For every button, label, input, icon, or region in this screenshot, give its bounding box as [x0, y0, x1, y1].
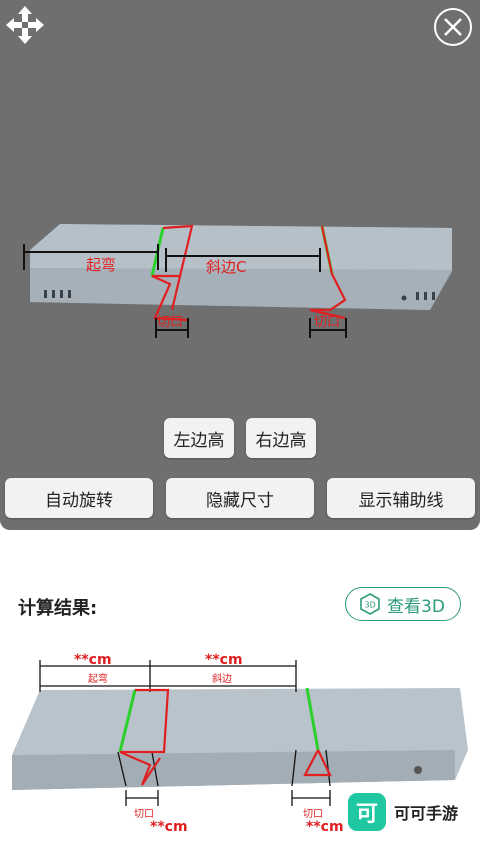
- move-icon[interactable]: [4, 4, 46, 46]
- result-title: 计算结果:: [18, 598, 98, 619]
- dim-top-left-value: **cm: [74, 652, 112, 668]
- right-height-button[interactable]: 右边高: [246, 418, 316, 458]
- hide-dimensions-button[interactable]: 隐藏尺寸: [166, 478, 314, 518]
- dim-top-right-value: **cm: [205, 652, 243, 668]
- svg-text:3D: 3D: [365, 601, 376, 610]
- auto-rotate-button[interactable]: 自动旋转: [5, 478, 153, 518]
- watermark: 可 可可手游: [348, 793, 458, 831]
- dim-top-right-label: 斜边: [212, 672, 232, 685]
- cut-right-label: 切口: [314, 315, 340, 330]
- cube-3d-icon: 3D: [360, 593, 380, 615]
- dim-top-left-label: 起弯: [88, 672, 108, 685]
- watermark-logo: 可: [348, 793, 386, 831]
- view-3d-button[interactable]: 3D 查看3D: [345, 587, 461, 621]
- cut-left-label: 切口: [157, 315, 183, 330]
- dim-cut-left-value: **cm: [150, 819, 188, 835]
- close-icon: [444, 18, 462, 36]
- left-height-button[interactable]: 左边高: [164, 418, 234, 458]
- close-button[interactable]: [434, 8, 472, 46]
- bend-label: 起弯: [86, 256, 116, 274]
- bevel-label: 斜边C: [206, 258, 246, 276]
- view-3d-label: 查看3D: [387, 596, 445, 617]
- show-guides-button[interactable]: 显示辅助线: [327, 478, 475, 518]
- dim-cut-right-value: **cm: [306, 819, 344, 835]
- watermark-text: 可可手游: [394, 804, 459, 823]
- 3d-viewer[interactable]: 起弯 斜边C 切口 切口 左边高 右边高 自动旋转 隐藏尺寸 显示辅助线: [0, 0, 480, 530]
- tray-3d-model[interactable]: 起弯 斜边C 切口 切口: [0, 210, 480, 350]
